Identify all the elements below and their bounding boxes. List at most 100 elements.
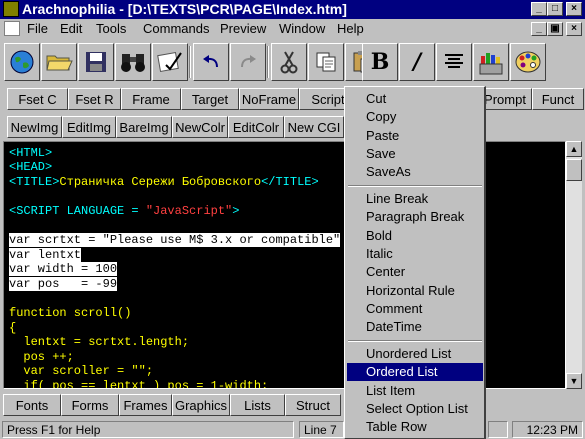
code-line-selected: var scrtxt = "Please use M$ 3.x or compa… [9,233,341,247]
center-icon[interactable] [436,43,472,81]
menu-commands[interactable]: Commands [143,21,209,36]
ctx-item-bold[interactable]: Bold [347,227,483,245]
app-icon[interactable] [3,1,19,17]
code-line: <HEAD> [9,160,53,174]
new-cgi-button[interactable]: New CGI [284,116,344,138]
lists-button[interactable]: Lists [230,394,285,416]
ctx-item-comment[interactable]: Comment [347,300,483,318]
status-line-value: 7 [330,423,337,437]
ctx-item-table-row[interactable]: Table Row [347,418,483,436]
context-menu: Cut Copy Paste Save SaveAs Line Break Pa… [344,86,486,439]
menu-tools[interactable]: Tools [96,21,126,36]
ctx-item-datetime[interactable]: DateTime [347,318,483,336]
code-line: <SCRIPT LANGUAGE = "JavaScript"> [9,204,240,218]
bareimg-button[interactable]: BareImg [116,116,172,138]
ctx-item-paste[interactable]: Paste [347,127,483,145]
menu-separator [348,185,482,187]
code-line: { [9,321,17,335]
scroll-down-icon[interactable]: ▼ [566,373,582,389]
menu-edit[interactable]: Edit [60,21,82,36]
code-line: <HTML> [9,146,53,160]
menu-bar: File Edit Tools Commands Preview Window … [0,19,585,38]
status-clock: 12:23 PM [512,421,583,438]
code-line: function scroll() [9,306,132,320]
folder-open-icon[interactable] [41,43,77,81]
minimize-button[interactable]: _ [531,2,547,16]
status-line-label: Line [304,423,327,437]
ctx-item-unordered-list[interactable]: Unordered List [347,345,483,363]
ctx-item-ordered-list[interactable]: Ordered List [347,363,483,381]
save-icon[interactable] [78,43,114,81]
globe-icon[interactable] [4,43,40,81]
toolbar: B / [0,40,585,84]
ctx-item-paragraph-break[interactable]: Paragraph Break [347,208,483,226]
struct-button[interactable]: Struct [285,394,341,416]
code-line-selected: var lentxt [9,248,82,262]
fset-r-button[interactable]: Fset R [68,88,121,110]
scroll-thumb[interactable] [566,159,582,181]
target-button[interactable]: Target [181,88,239,110]
code-line: if( pos == lentxt ) pos = 1-width; [9,379,269,389]
code-line: lentxt = scrtxt.length; [9,335,190,349]
menu-preview[interactable]: Preview [220,21,266,36]
copy-icon[interactable] [308,43,344,81]
status-blank-panel [488,421,508,438]
cut-icon[interactable] [271,43,307,81]
close-button[interactable]: × [566,2,582,16]
palette-icon[interactable] [510,43,546,81]
status-bar: Press F1 for Help Line 7 12:23 PM [0,420,585,439]
funct-button[interactable]: Funct [532,88,584,110]
maximize-button[interactable]: □ [547,2,563,16]
ctx-item-italic[interactable]: Italic [347,245,483,263]
menu-window[interactable]: Window [279,21,325,36]
fonts-button[interactable]: Fonts [3,394,61,416]
crayons-icon[interactable] [473,43,509,81]
code-line-selected: var pos = -99 [9,277,118,291]
forms-button[interactable]: Forms [61,394,119,416]
doc-close-button[interactable]: × [566,22,582,36]
spellcheck-icon[interactable] [152,43,188,81]
binoculars-icon[interactable] [115,43,151,81]
redo-icon[interactable] [230,43,266,81]
button-row-2: NewImg EditImg BareImg NewColr EditColr … [0,114,585,138]
menu-help[interactable]: Help [337,21,364,36]
newcolr-button[interactable]: NewColr [172,116,228,138]
status-line-panel: Line 7 [299,421,344,438]
ctx-item-horizontal-rule[interactable]: Horizontal Rule [347,282,483,300]
code-line-selected: var width = 100 [9,262,118,276]
italic-icon[interactable]: / [399,43,435,81]
ctx-item-copy[interactable]: Copy [347,108,483,126]
bottom-button-bar: Fonts Forms Frames Graphics Lists Struct [0,392,585,418]
frames-button[interactable]: Frames [119,394,172,416]
button-row-1: Fset C Fset R Frame Target NoFrame Scrip… [0,86,585,110]
code-line: pos ++; [9,350,74,364]
ctx-item-line-break[interactable]: Line Break [347,190,483,208]
code-line: var scroller = ""; [9,364,154,378]
menu-file[interactable]: File [27,21,48,36]
doc-restore-button[interactable]: ▣ [547,22,563,36]
ctx-item-list-item[interactable]: List Item [347,382,483,400]
code-line: <TITLE>Страничка Сережи Бобровского</TIT… [9,175,319,189]
document-icon[interactable] [4,21,20,36]
editimg-button[interactable]: EditImg [62,116,116,138]
ctx-item-select-option-list[interactable]: Select Option List [347,400,483,418]
fset-c-button[interactable]: Fset C [7,88,68,110]
graphics-button[interactable]: Graphics [172,394,230,416]
noframe-button[interactable]: NoFrame [239,88,299,110]
scroll-up-icon[interactable]: ▲ [566,141,582,157]
undo-icon[interactable] [193,43,229,81]
ctx-item-saveas[interactable]: SaveAs [347,163,483,181]
ctx-item-center[interactable]: Center [347,263,483,281]
menu-separator [348,340,482,342]
editcolr-button[interactable]: EditColr [228,116,284,138]
doc-minimize-button[interactable]: _ [531,22,547,36]
ctx-item-cut[interactable]: Cut [347,90,483,108]
newimg-button[interactable]: NewImg [7,116,62,138]
prompt-button[interactable]: Prompt [478,88,532,110]
vertical-scrollbar[interactable]: ▲ ▼ [566,141,582,389]
bold-icon[interactable]: B [362,43,398,81]
window-title: Arachnophilia - [D:\TEXTS\PCR\PAGE\Index… [22,1,347,17]
ctx-item-save[interactable]: Save [347,145,483,163]
frame-button[interactable]: Frame [121,88,181,110]
title-bar[interactable]: Arachnophilia - [D:\TEXTS\PCR\PAGE\Index… [0,0,585,19]
